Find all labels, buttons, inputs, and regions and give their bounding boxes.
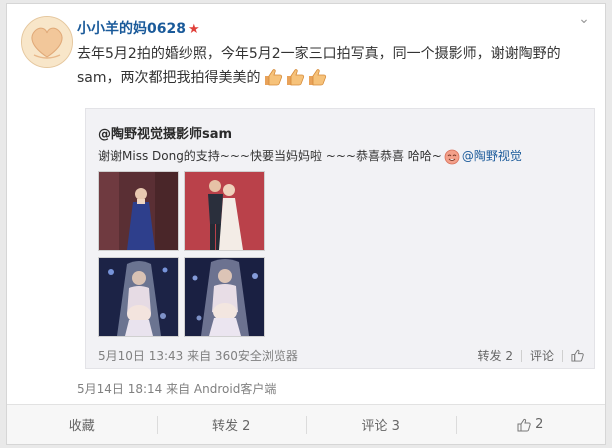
repost-photo-1[interactable] [98,171,179,251]
collapse-chevron-icon[interactable]: ⌄ [577,12,591,26]
repost-text-body: 谢谢Miss Dong的支持~~~快要当妈妈啦 ~~~恭喜恭喜 哈哈~ [98,149,442,163]
comment-label: 评论 3 [361,419,400,434]
post-meta: 5月14日 18:14 来自 Android客户端 [77,382,277,396]
favorite-label: 收藏 [68,419,95,434]
post-action-bar: 收藏 转发 2 评论 3 2 [7,404,605,444]
favorite-button[interactable]: 收藏 [7,405,157,444]
divider [562,349,563,362]
repost-label: 转发 2 [212,419,251,434]
comment-button[interactable]: 评论 3 [306,405,456,444]
repost-comment-button[interactable]: 评论 [530,347,554,364]
repost-photo-2[interactable] [184,171,265,251]
star-badge-icon: ★ [187,22,200,37]
like-icon[interactable] [571,349,584,362]
username-text[interactable]: 小小羊的妈0628 [77,21,186,37]
repost-photo-3[interactable] [98,257,179,337]
repost-mention-link[interactable]: @陶野视觉 [462,149,522,163]
like-button[interactable]: 2 [455,405,606,444]
thumbs-up-icon [308,69,326,86]
repost-meta: 5月10日 13:43 来自 360安全浏览器 [98,349,298,363]
avatar[interactable] [21,16,73,68]
weibo-post-card: ⌄ 小小羊的妈0628 ★ 去年5月2拍的婚纱照，今年5月2一家三口拍写真，同一个… [6,3,606,445]
repost-author[interactable]: @陶野视觉摄影师sam [98,123,232,142]
post-username[interactable]: 小小羊的妈0628 ★ [77,18,200,38]
thumbs-up-emoji-group [263,68,327,86]
laughing-emoji-icon [444,149,460,165]
post-text-line2: sam，两次都把我拍得美美的 [77,66,587,90]
thumbs-up-icon [264,69,282,86]
repost-button[interactable]: 转发 2 [156,405,307,444]
repost-box: @陶野视觉摄影师sam 谢谢Miss Dong的支持~~~快要当妈妈啦 ~~~恭… [85,108,595,369]
thumbs-up-icon [286,69,304,86]
repost-repost-button[interactable]: 转发 2 [478,347,513,364]
post-text-line2-text: sam，两次都把我拍得美美的 [77,70,261,86]
repost-photo-4[interactable] [184,257,265,337]
repost-text: 谢谢Miss Dong的支持~~~快要当妈妈啦 ~~~恭喜恭喜 哈哈~ @陶野视觉 [98,147,522,165]
post-text: 去年5月2拍的婚纱照，今年5月2一家三口拍写真，同一个摄影师，谢谢陶野的 sam… [77,42,587,90]
like-count: 2 [535,417,544,432]
divider [520,349,522,362]
like-icon [517,418,531,431]
repost-actions: 转发 2 评论 [478,347,584,364]
post-text-line1: 去年5月2拍的婚纱照，今年5月2一家三口拍写真，同一个摄影师，谢谢陶野的 [77,46,561,62]
